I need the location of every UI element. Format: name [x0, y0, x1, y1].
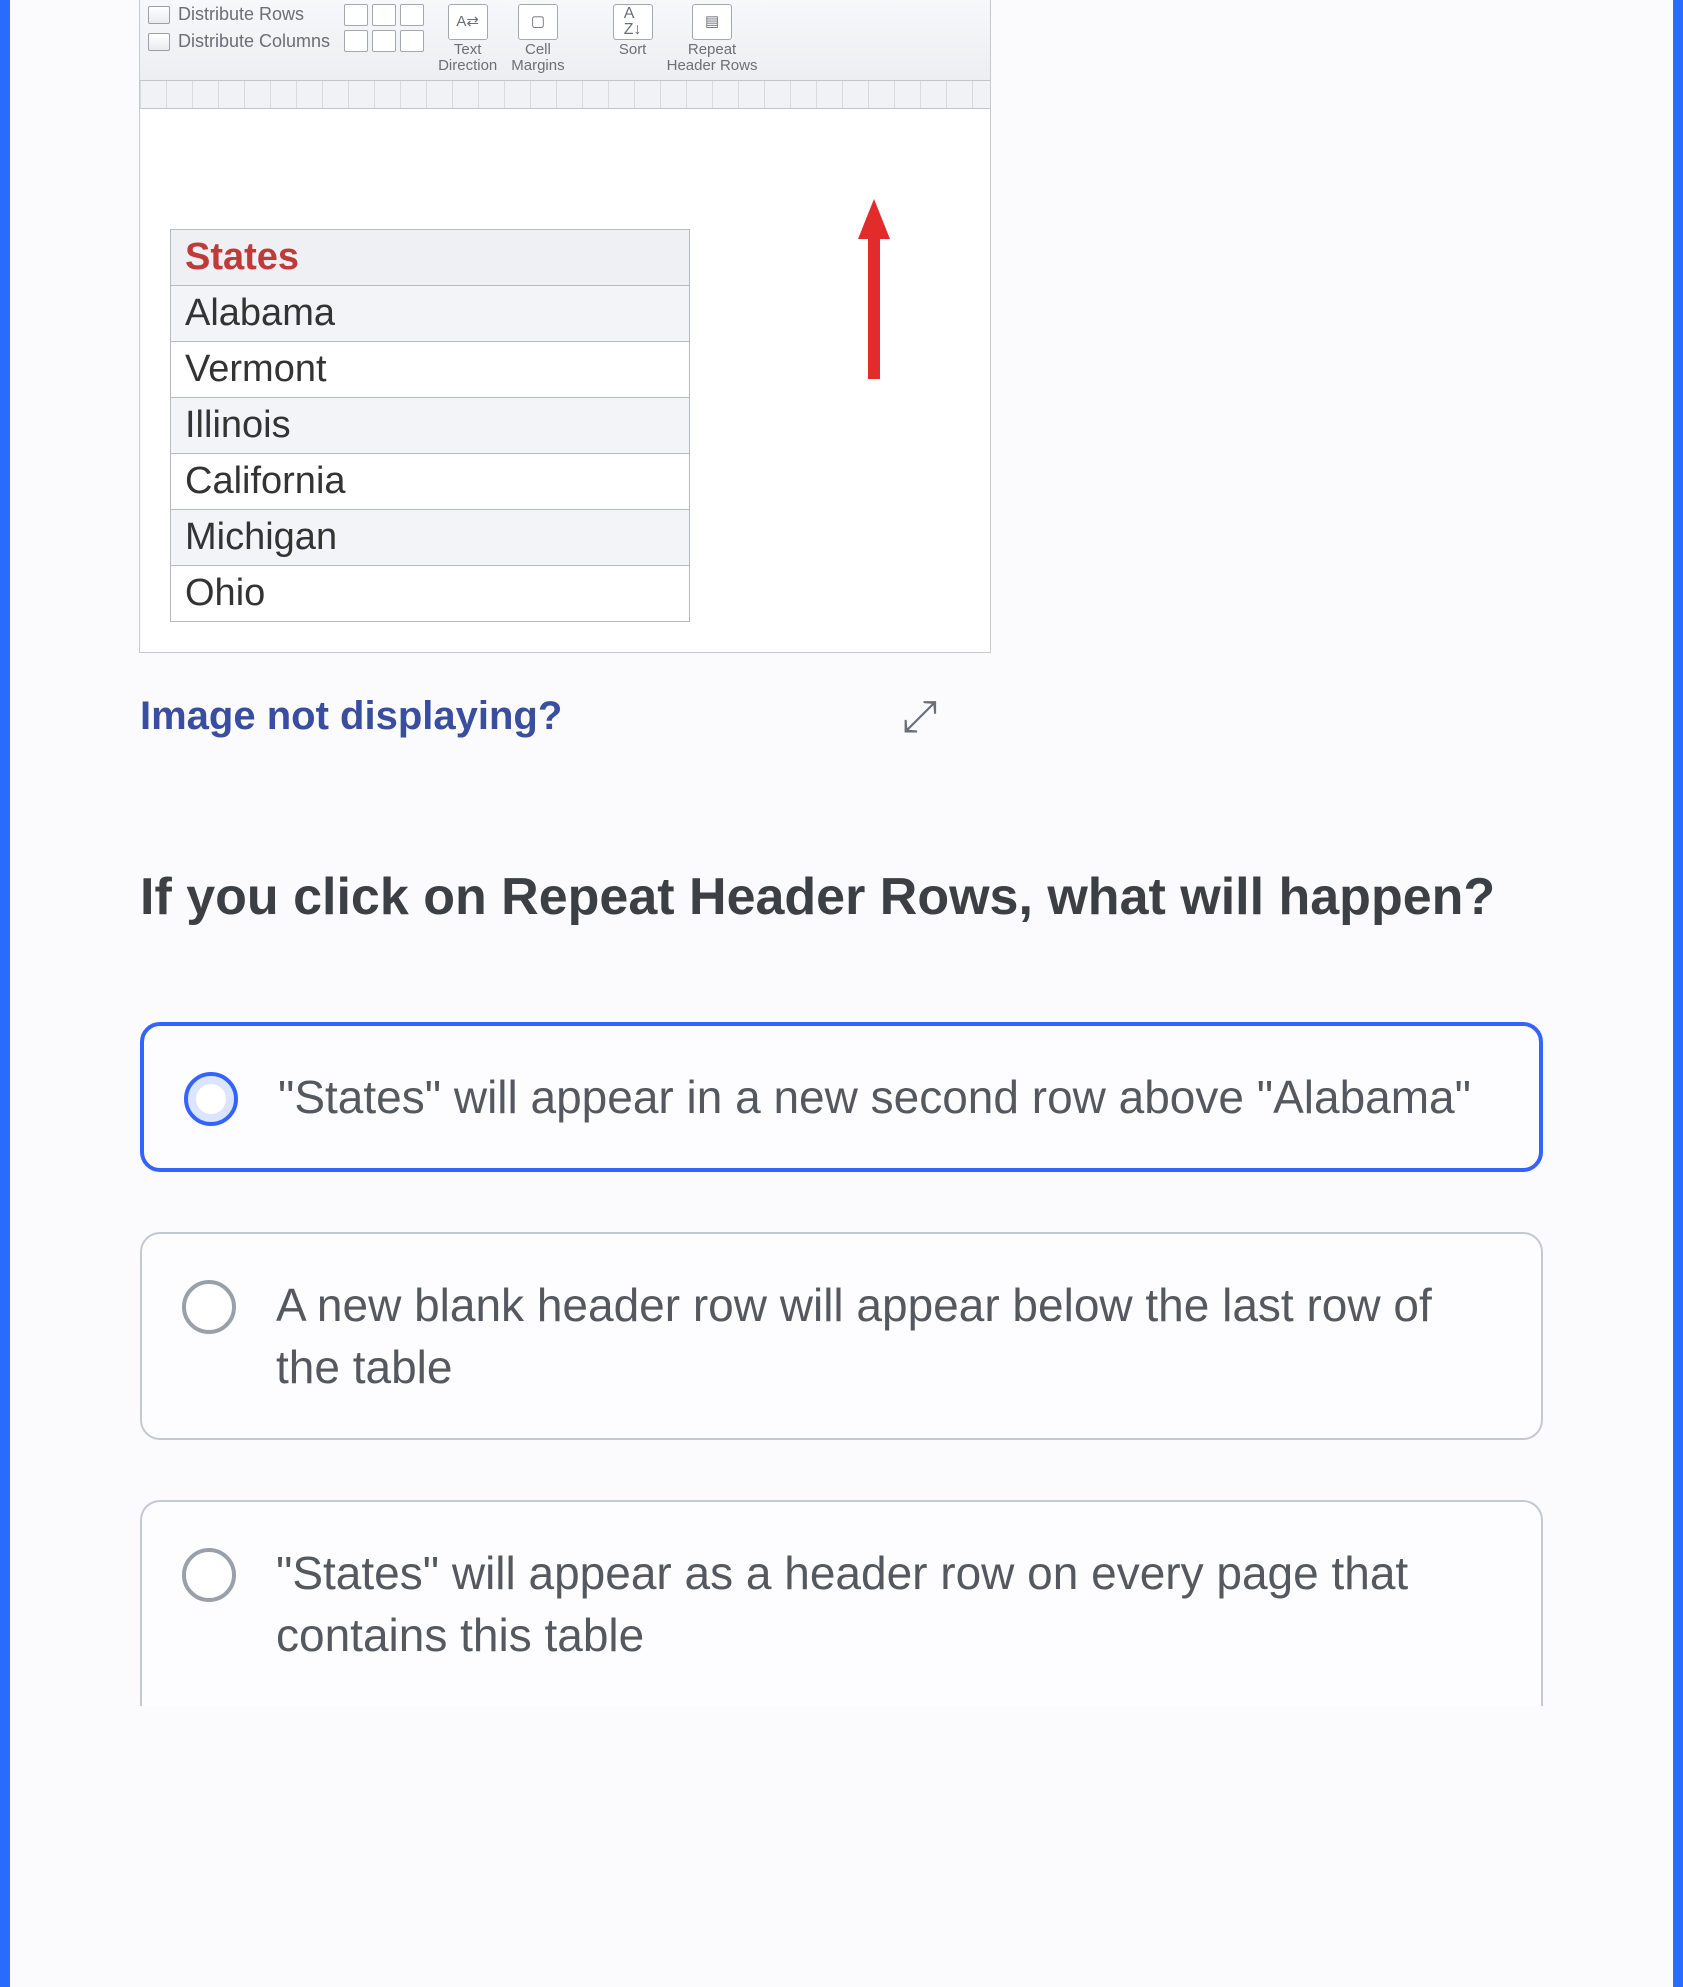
- radio-icon: [182, 1548, 236, 1602]
- option-1[interactable]: "States" will appear in a new second row…: [140, 1022, 1543, 1172]
- repeat-header-rows-button[interactable]: ▤ Repeat Header Rows: [667, 4, 758, 74]
- table-cell: Ohio: [171, 565, 690, 621]
- table-cell: Michigan: [171, 509, 690, 565]
- table-header-row: States: [171, 229, 690, 285]
- radio-icon: [184, 1072, 238, 1126]
- question-text: If you click on Repeat Header Rows, what…: [140, 862, 1543, 932]
- ribbon: Distribute Rows Distribute Columns A⇄ Te…: [140, 0, 990, 81]
- align-cell-icon[interactable]: [344, 30, 368, 52]
- option-text: A new blank header row will appear below…: [276, 1274, 1491, 1398]
- table-cell: Vermont: [171, 341, 690, 397]
- text-direction-icon: A⇄: [448, 4, 488, 40]
- image-not-displaying-link[interactable]: Image not displaying?: [140, 694, 562, 739]
- distribute-rows-button[interactable]: Distribute Rows: [148, 4, 330, 25]
- text-direction-button[interactable]: A⇄ Text Direction: [438, 4, 497, 74]
- align-cell-icon[interactable]: [344, 4, 368, 26]
- align-cell-icon[interactable]: [400, 30, 424, 52]
- distribute-rows-icon: [148, 6, 170, 24]
- option-text: "States" will appear as a header row on …: [276, 1542, 1491, 1666]
- states-table: States Alabama Vermont Illinois Californ…: [170, 229, 690, 622]
- radio-icon: [182, 1280, 236, 1334]
- cell-margins-icon: ▢: [518, 4, 558, 40]
- table-row: California: [171, 453, 690, 509]
- table-row: Vermont: [171, 341, 690, 397]
- arrow-up-icon: [858, 199, 890, 379]
- distribute-columns-icon: [148, 33, 170, 51]
- option-text: "States" will appear in a new second row…: [278, 1066, 1471, 1128]
- table-header-cell: States: [171, 229, 690, 285]
- alignment-grid[interactable]: [344, 4, 424, 52]
- align-cell-icon[interactable]: [400, 4, 424, 26]
- repeat-header-rows-label: Repeat Header Rows: [667, 42, 758, 74]
- option-3[interactable]: "States" will appear as a header row on …: [140, 1500, 1543, 1706]
- embedded-screenshot: Distribute Rows Distribute Columns A⇄ Te…: [140, 0, 990, 652]
- option-2[interactable]: A new blank header row will appear below…: [140, 1232, 1543, 1440]
- sort-button[interactable]: AZ↓ Sort: [613, 4, 653, 58]
- sort-icon: AZ↓: [613, 4, 653, 40]
- link-row: Image not displaying? ⤢: [140, 692, 1673, 742]
- table-cell: California: [171, 453, 690, 509]
- cell-margins-label: Cell Margins: [511, 42, 564, 74]
- table-cell: Illinois: [171, 397, 690, 453]
- table-cell: Alabama: [171, 285, 690, 341]
- table-row: Ohio: [171, 565, 690, 621]
- table-row: Illinois: [171, 397, 690, 453]
- expand-icon[interactable]: ⤢: [902, 692, 937, 742]
- table-row: Michigan: [171, 509, 690, 565]
- distribute-columns-label: Distribute Columns: [178, 31, 330, 52]
- quiz-page: Distribute Rows Distribute Columns A⇄ Te…: [0, 0, 1683, 1987]
- align-cell-icon[interactable]: [372, 4, 396, 26]
- ruler: [140, 81, 990, 109]
- distribute-columns-button[interactable]: Distribute Columns: [148, 31, 330, 52]
- text-direction-label: Text Direction: [438, 42, 497, 74]
- sort-label: Sort: [619, 42, 647, 58]
- options-list: "States" will appear in a new second row…: [140, 1022, 1543, 1706]
- distribute-rows-label: Distribute Rows: [178, 4, 304, 25]
- repeat-header-rows-icon: ▤: [692, 4, 732, 40]
- document-area: States Alabama Vermont Illinois Californ…: [140, 109, 990, 652]
- table-row: Alabama: [171, 285, 690, 341]
- align-cell-icon[interactable]: [372, 30, 396, 52]
- distribute-group: Distribute Rows Distribute Columns: [148, 4, 330, 52]
- cell-margins-button[interactable]: ▢ Cell Margins: [511, 4, 564, 74]
